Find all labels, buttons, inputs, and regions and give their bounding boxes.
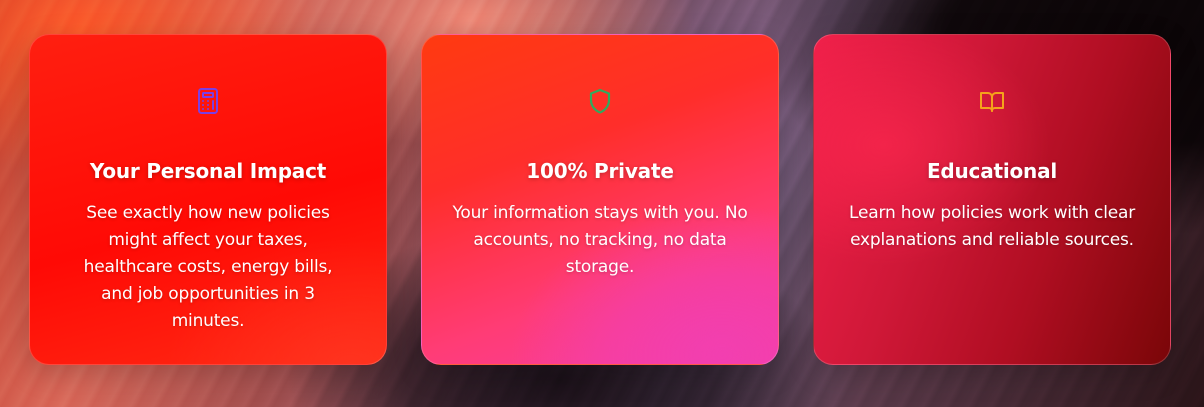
feature-card-educational: Educational Learn how policies work with…	[813, 34, 1171, 365]
card-title: 100% Private	[526, 159, 674, 183]
card-title: Educational	[926, 159, 1058, 183]
feature-card-personal-impact: Your Personal Impact See exactly how new…	[29, 34, 387, 365]
feature-card-private: 100% Private Your information stays with…	[421, 34, 779, 365]
shield-icon	[589, 88, 611, 114]
book-open-icon	[980, 92, 1004, 112]
card-description: Learn how policies work with clear expla…	[849, 203, 1135, 250]
card-description: Your information stays with you. No acco…	[452, 203, 748, 277]
calculator-icon	[198, 88, 218, 114]
card-description: See exactly how new policies might affec…	[83, 203, 333, 331]
card-title: Your Personal Impact	[89, 159, 327, 183]
